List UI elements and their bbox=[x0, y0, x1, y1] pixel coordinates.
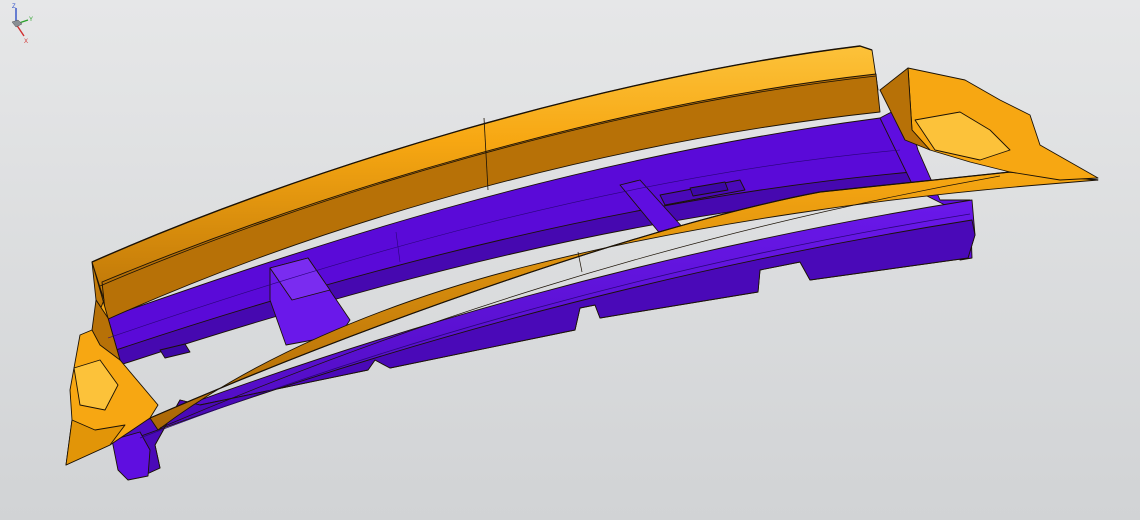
orientation-triad[interactable]: Z Y X bbox=[0, 0, 36, 46]
cad-model-view[interactable] bbox=[0, 0, 1140, 520]
triad-label-z: Z bbox=[12, 4, 16, 10]
triad-origin-cube bbox=[11, 19, 23, 28]
triad-label-y: Y bbox=[29, 17, 33, 23]
3d-viewport[interactable]: Z Y X bbox=[0, 0, 1140, 520]
triad-label-x: X bbox=[24, 39, 28, 45]
